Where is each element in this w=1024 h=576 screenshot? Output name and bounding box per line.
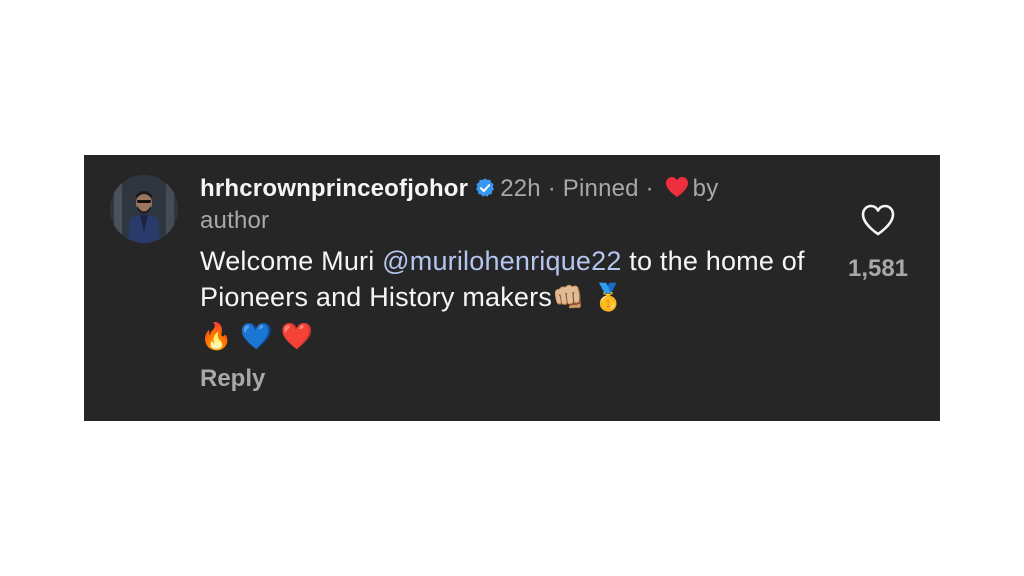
comment-text: Welcome Muri @murilohenrique22 to the ho… <box>200 243 820 358</box>
fist-emoji: 👊🏼 <box>552 283 585 313</box>
separator: · <box>540 175 563 202</box>
username[interactable]: hrhcrownprinceofjohor <box>200 175 468 202</box>
emoji-row: 🔥 💙 ❤️ <box>200 318 820 358</box>
fire-emoji: 🔥 <box>200 322 233 352</box>
blue-heart-emoji: 💙 <box>240 322 273 352</box>
heart-outline-icon <box>861 204 895 236</box>
like-button[interactable] <box>860 203 896 237</box>
comment-header: hrhcrownprinceofjohor 22h · Pinned · by au… <box>200 173 800 237</box>
author-liked-heart-icon <box>665 175 689 197</box>
reply-button[interactable]: Reply <box>200 365 265 393</box>
comment-time: 22h <box>500 175 541 202</box>
comment-text-part: Welcome Muri <box>200 246 383 276</box>
avatar[interactable] <box>110 175 178 243</box>
verified-badge-icon <box>474 176 496 198</box>
comment-card: hrhcrownprinceofjohor 22h · Pinned · by au… <box>84 155 940 421</box>
mention-link[interactable]: @murilohenrique22 <box>382 246 621 276</box>
liked-by-author: author <box>200 207 270 234</box>
pinned-label: Pinned <box>562 175 639 202</box>
medal-emoji: 🥇 <box>592 283 625 313</box>
liked-by-prefix: by <box>692 175 719 202</box>
like-count: 1,581 <box>847 255 909 282</box>
separator: · <box>638 175 661 202</box>
red-heart-emoji: ❤️ <box>280 322 314 352</box>
